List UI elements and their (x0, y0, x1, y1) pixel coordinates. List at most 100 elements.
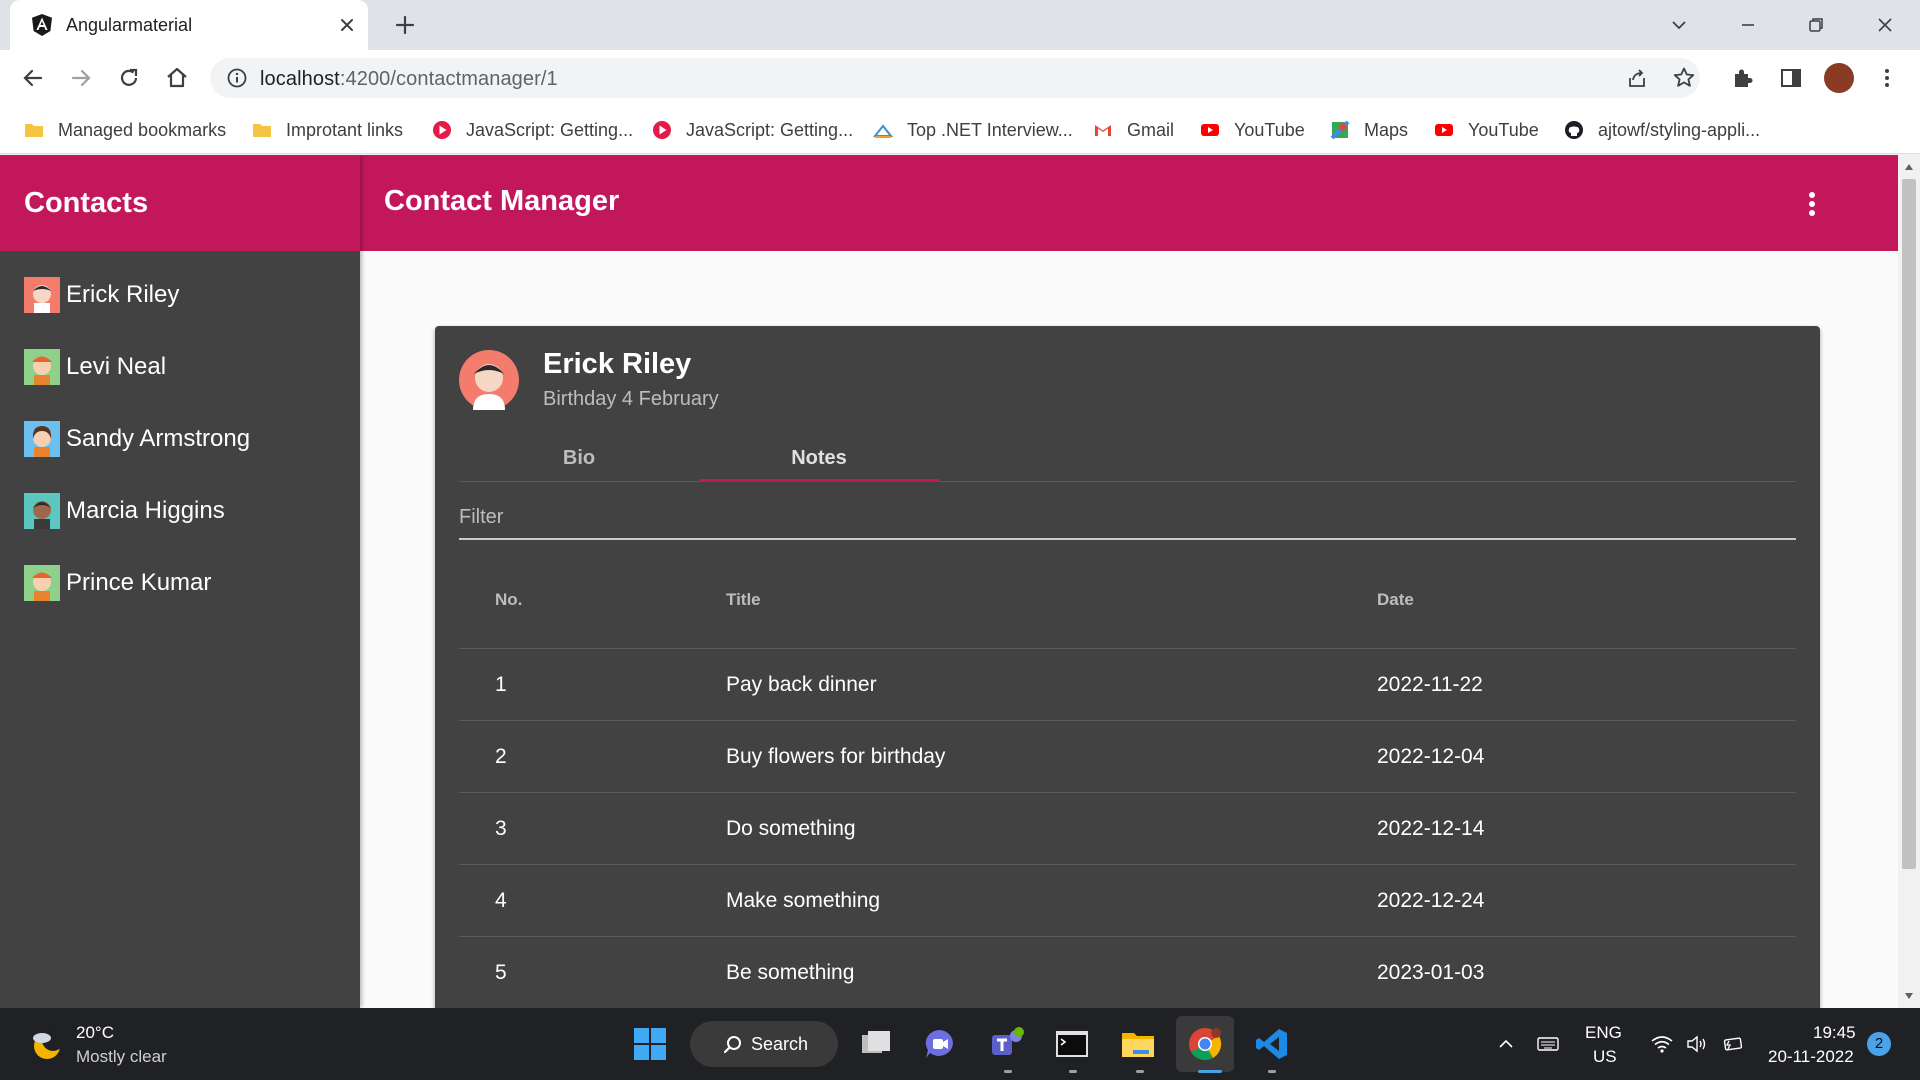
forward-icon[interactable] (68, 65, 94, 91)
cell-date: 2022-12-14 (1377, 817, 1485, 840)
scroll-up-icon[interactable] (1904, 163, 1914, 171)
bookmark-item[interactable]: YouTube (1434, 118, 1539, 142)
notification-badge[interactable]: 2 (1867, 1032, 1891, 1056)
youtube-icon (1201, 124, 1219, 136)
chrome-icon[interactable] (1187, 1026, 1223, 1062)
column-header-date[interactable]: Date (1377, 590, 1414, 610)
new-tab-icon[interactable] (392, 12, 418, 38)
extensions-icon[interactable] (1730, 65, 1756, 91)
tab-notes[interactable]: Notes (699, 434, 939, 482)
folder-icon (25, 124, 43, 137)
filter-input[interactable]: Filter (459, 496, 1796, 540)
contact-name: Sandy Armstrong (66, 425, 251, 452)
keyboard-icon[interactable] (1536, 1032, 1560, 1056)
bookmark-item[interactable]: Managed bookmarks (24, 118, 226, 142)
cell-no: 2 (495, 745, 507, 768)
contact-item-marcia-higgins[interactable]: Marcia Higgins (24, 491, 225, 531)
file-explorer-icon[interactable] (1120, 1026, 1156, 1062)
weather-moon-icon[interactable] (28, 1026, 64, 1062)
tab-bio[interactable]: Bio (459, 434, 699, 482)
chrome-menu-icon[interactable] (1874, 65, 1900, 91)
volume-icon[interactable] (1685, 1032, 1709, 1056)
bookmark-item[interactable]: Maps (1330, 118, 1408, 142)
more-vert-icon[interactable] (1808, 191, 1816, 217)
url-path: :4200/contactmanager/1 (339, 68, 558, 90)
sidenav: Contacts Erick Riley Levi Neal Sandy Arm… (0, 155, 360, 1008)
bookmark-item[interactable]: Top .NET Interview... (873, 118, 1073, 142)
bookmark-label: YouTube (1234, 119, 1305, 140)
running-indicator (1268, 1070, 1276, 1073)
close-icon[interactable] (336, 14, 358, 36)
chat-icon[interactable] (922, 1026, 958, 1062)
table-row[interactable]: 1 Pay back dinner 2022-11-22 (459, 649, 1796, 721)
avatar-icon (24, 565, 60, 601)
page-scrollbar[interactable] (1898, 155, 1920, 1008)
chevron-up-icon[interactable] (1494, 1032, 1518, 1056)
terminal-icon[interactable] (1054, 1026, 1090, 1062)
avatar-icon (24, 277, 60, 313)
back-icon[interactable] (20, 65, 46, 91)
app-root: Contacts Erick Riley Levi Neal Sandy Arm… (0, 155, 1898, 1008)
column-header-no[interactable]: No. (495, 590, 522, 610)
cell-date: 2023-01-03 (1377, 961, 1485, 984)
clock-time[interactable]: 19:45 (1813, 1023, 1856, 1043)
bookmark-item[interactable]: ajtowf/styling-appli... (1564, 118, 1760, 142)
bookmark-label: Managed bookmarks (58, 119, 227, 140)
bookmark-label: Improtant links (286, 119, 404, 140)
contact-item-erick-riley[interactable]: Erick Riley (24, 275, 179, 315)
youtube-icon (1435, 124, 1453, 136)
browser-tab[interactable]: Angularmaterial (10, 0, 368, 50)
table-row[interactable]: 5 Be something 2023-01-03 (459, 937, 1796, 1008)
taskbar-search[interactable]: Search (690, 1021, 838, 1067)
bookmark-label: Top .NET Interview... (907, 119, 1073, 140)
bookmark-item[interactable]: YouTube (1200, 118, 1305, 142)
vscode-icon[interactable] (1254, 1026, 1290, 1062)
cell-date: 2022-12-24 (1377, 889, 1485, 912)
play-icon (433, 121, 451, 139)
table-row[interactable]: 3 Do something 2022-12-14 (459, 793, 1796, 865)
cell-title: Pay back dinner (726, 673, 877, 696)
scroll-down-icon[interactable] (1904, 992, 1914, 1000)
column-header-title[interactable]: Title (726, 590, 761, 610)
share-icon[interactable] (1624, 65, 1650, 91)
minimize-icon[interactable] (1733, 10, 1763, 40)
site-info-icon[interactable] (226, 67, 248, 89)
bookmark-item[interactable]: JavaScript: Getting... (432, 118, 633, 142)
windows-start-icon[interactable] (632, 1026, 668, 1062)
battery-icon[interactable] (1720, 1032, 1744, 1056)
table-row[interactable]: 4 Make something 2022-12-24 (459, 865, 1796, 937)
cell-title: Buy flowers for birthday (726, 745, 946, 768)
teams-icon[interactable] (988, 1026, 1024, 1062)
home-icon[interactable] (164, 65, 190, 91)
contact-item-sandy-armstrong[interactable]: Sandy Armstrong (24, 419, 250, 459)
folder-icon (253, 124, 271, 137)
avatar-icon (24, 421, 60, 457)
notes-table: No. Title Date 1 Pay back dinner 2022-11… (459, 540, 1796, 1008)
task-view-icon[interactable] (858, 1026, 894, 1062)
region-code[interactable]: US (1593, 1047, 1617, 1067)
bookmark-label: JavaScript: Getting... (686, 119, 854, 140)
contact-item-prince-kumar[interactable]: Prince Kumar (24, 563, 211, 603)
github-icon (1565, 121, 1583, 139)
bookmark-star-icon[interactable] (1671, 65, 1697, 91)
wifi-icon[interactable] (1650, 1032, 1674, 1056)
table-row[interactable]: 2 Buy flowers for birthday 2022-12-04 (459, 721, 1796, 793)
bookmark-label: YouTube (1468, 119, 1539, 140)
address-bar[interactable]: localhost:4200/contactmanager/1 (210, 58, 1700, 98)
profile-avatar[interactable] (1824, 63, 1854, 93)
restore-icon[interactable] (1801, 10, 1831, 40)
sidenav-title: Contacts (24, 186, 149, 219)
window-close-icon[interactable] (1870, 10, 1900, 40)
running-indicator (1136, 1070, 1144, 1073)
bookmark-item[interactable]: Gmail (1093, 118, 1174, 142)
language-code[interactable]: ENG (1585, 1023, 1622, 1043)
tab-search-chevron-icon[interactable] (1664, 10, 1694, 40)
contact-item-levi-neal[interactable]: Levi Neal (24, 347, 166, 387)
bookmark-item[interactable]: Improtant links (252, 118, 403, 142)
clock-date[interactable]: 20-11-2022 (1768, 1047, 1854, 1067)
side-panel-icon[interactable] (1778, 65, 1804, 91)
bookmark-item[interactable]: JavaScript: Getting... (652, 118, 853, 142)
bookmark-label: JavaScript: Getting... (466, 119, 634, 140)
reload-icon[interactable] (116, 65, 142, 91)
scroll-thumb[interactable] (1902, 179, 1916, 869)
